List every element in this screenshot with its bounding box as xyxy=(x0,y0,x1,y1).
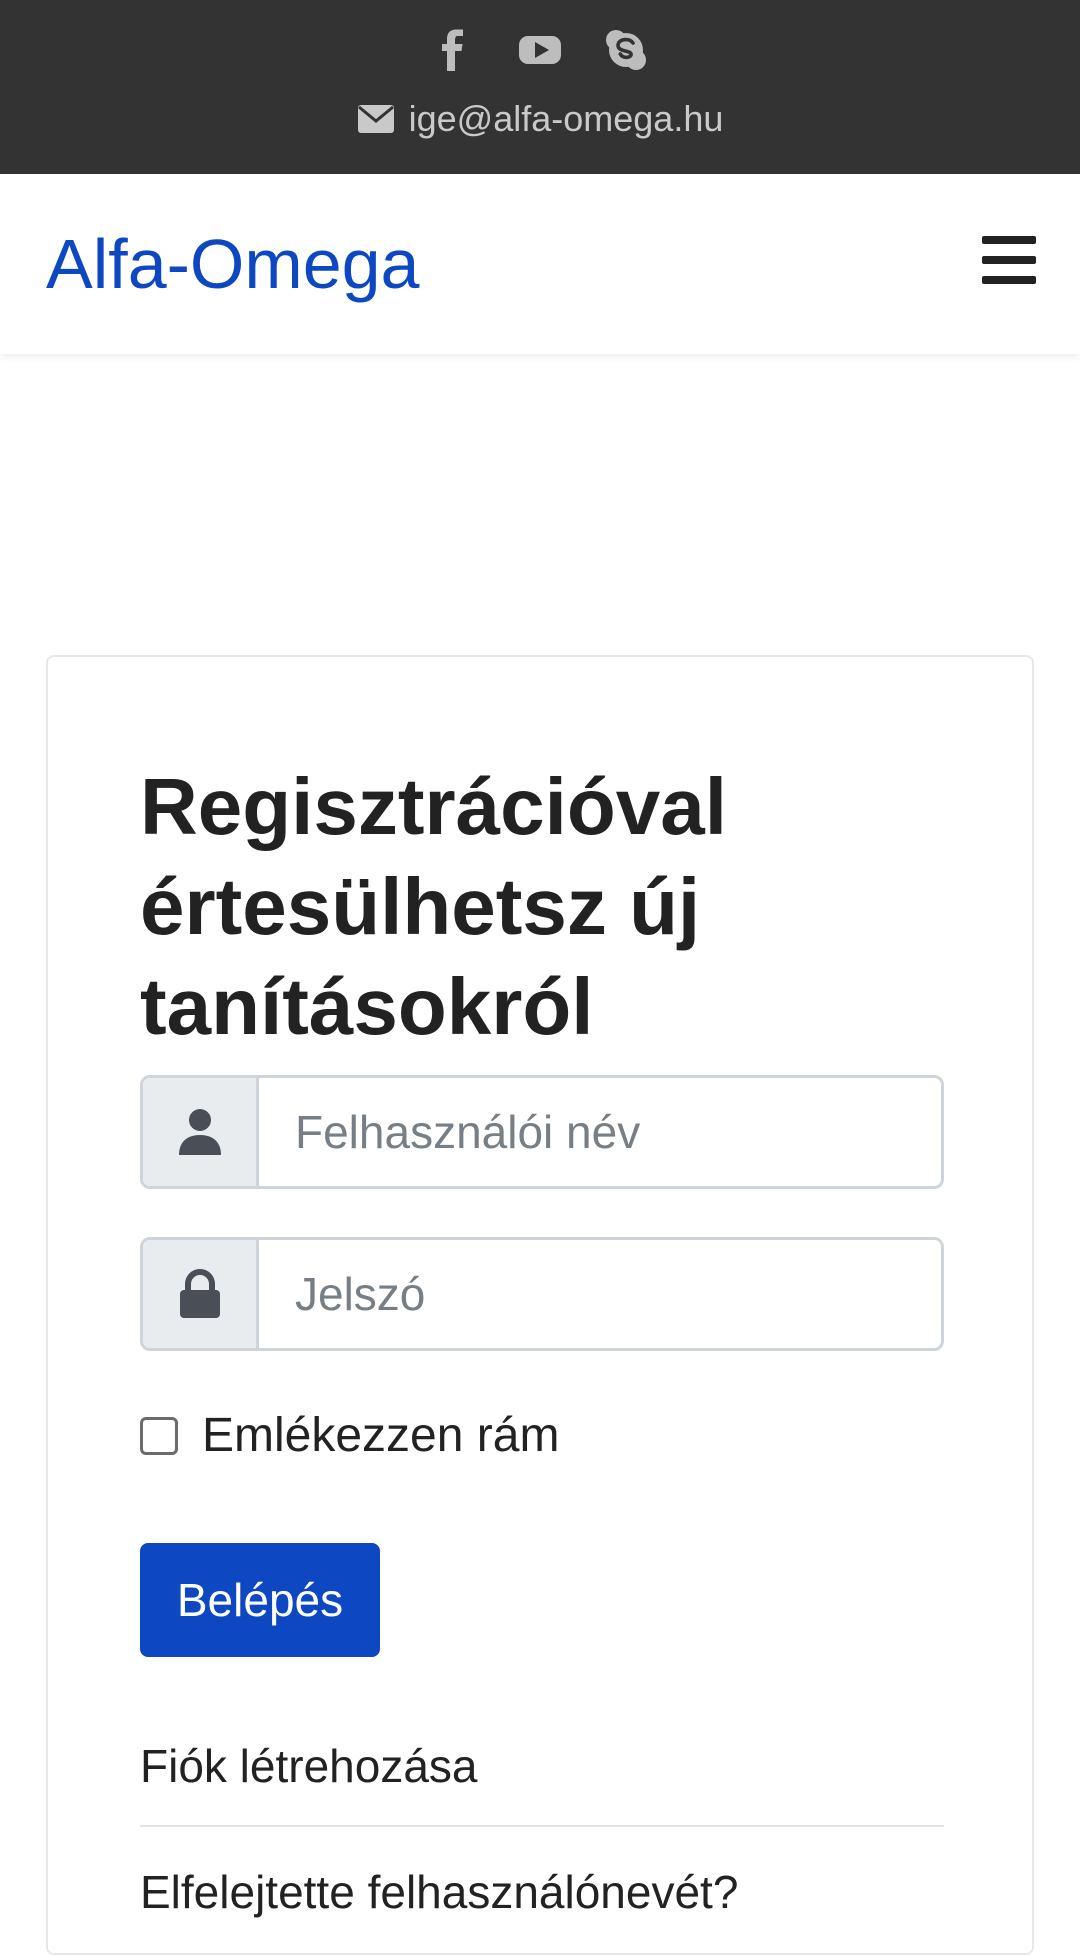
email-address[interactable]: ige@alfa-omega.hu xyxy=(409,98,724,140)
remember-me[interactable]: Emlékezzen rám xyxy=(140,1408,559,1463)
brand-logo-link[interactable]: Alfa-Omega xyxy=(46,226,419,303)
username-input-group xyxy=(140,1075,944,1189)
username-addon xyxy=(143,1078,259,1186)
hamburger-menu-icon[interactable] xyxy=(982,236,1036,284)
facebook-icon[interactable] xyxy=(432,28,476,72)
create-account-link[interactable]: Fiók létrehozása xyxy=(140,1739,478,1793)
login-heading: Regisztrációval értesülhetsz új tanításo… xyxy=(140,762,727,1051)
top-contact-bar: ige@alfa-omega.hu xyxy=(0,0,1080,174)
remember-me-label: Emlékezzen rám xyxy=(202,1409,560,1462)
login-button[interactable]: Belépés xyxy=(140,1543,380,1657)
forgot-username-link[interactable]: Elfelejtette felhasználónevét? xyxy=(140,1865,738,1919)
remember-me-checkbox[interactable] xyxy=(140,1416,178,1455)
social-links xyxy=(0,28,1080,72)
login-card: Regisztrációval értesülhetsz új tanításo… xyxy=(46,655,1034,1955)
user-icon xyxy=(178,1109,221,1155)
main-navbar: Alfa-Omega xyxy=(0,174,1080,354)
password-input-group xyxy=(140,1237,944,1351)
skype-icon[interactable] xyxy=(604,28,648,72)
envelope-icon xyxy=(357,105,394,133)
link-divider xyxy=(140,1825,944,1827)
youtube-icon[interactable] xyxy=(518,28,562,72)
password-addon xyxy=(143,1240,259,1348)
lock-icon xyxy=(179,1269,220,1318)
username-input[interactable] xyxy=(259,1078,941,1186)
password-input[interactable] xyxy=(259,1240,941,1348)
contact-email[interactable]: ige@alfa-omega.hu xyxy=(0,98,1080,140)
